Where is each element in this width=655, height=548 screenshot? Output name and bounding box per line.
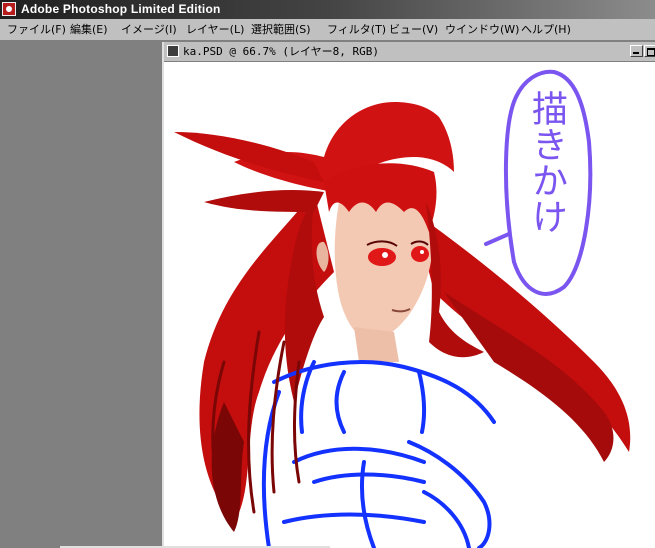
app-title: Adobe Photoshop Limited Edition — [21, 2, 221, 16]
document-titlebar[interactable]: ka.PSD @ 66.7% (レイヤー8, RGB) — [164, 42, 655, 62]
document-icon[interactable] — [167, 45, 179, 57]
hair-spike-2 — [204, 190, 324, 212]
speech-text: 描きかけ — [526, 90, 567, 234]
menu-view[interactable]: ビュー(V) — [386, 19, 441, 40]
eye-right — [411, 246, 429, 262]
menu-layer[interactable]: レイヤー(L) — [183, 19, 247, 40]
face — [334, 190, 433, 342]
menu-file[interactable]: ファイル(F) — [4, 19, 69, 40]
document-title: ka.PSD @ 66.7% (レイヤー8, RGB) — [183, 45, 379, 58]
menu-window[interactable]: ウインドウ(W) — [442, 19, 522, 40]
image-canvas[interactable]: 描きかけ — [164, 62, 655, 548]
menu-filter[interactable]: フィルタ(T) — [324, 19, 389, 40]
photoshop-app-icon[interactable] — [2, 2, 16, 16]
document-window[interactable]: ka.PSD @ 66.7% (レイヤー8, RGB) 描きかけ — [162, 42, 655, 548]
minimize-icon[interactable] — [630, 45, 643, 57]
sketch-body — [261, 360, 496, 548]
maximize-icon[interactable] — [644, 45, 655, 57]
app-titlebar: Adobe Photoshop Limited Edition — [0, 0, 655, 19]
speech-bubble-tail — [484, 232, 511, 246]
eye-left — [368, 248, 396, 266]
neck — [354, 327, 399, 362]
menu-edit[interactable]: 編集(E) — [67, 19, 111, 40]
menubar: ファイル(F) 編集(E) イメージ(I) レイヤー(L) 選択範囲(S) フィ… — [0, 19, 655, 41]
artwork — [174, 69, 631, 548]
menu-image[interactable]: イメージ(I) — [118, 19, 180, 40]
menu-select[interactable]: 選択範囲(S) — [248, 19, 314, 40]
menu-help[interactable]: ヘルプ(H) — [518, 19, 574, 40]
workspace-background — [0, 41, 162, 548]
